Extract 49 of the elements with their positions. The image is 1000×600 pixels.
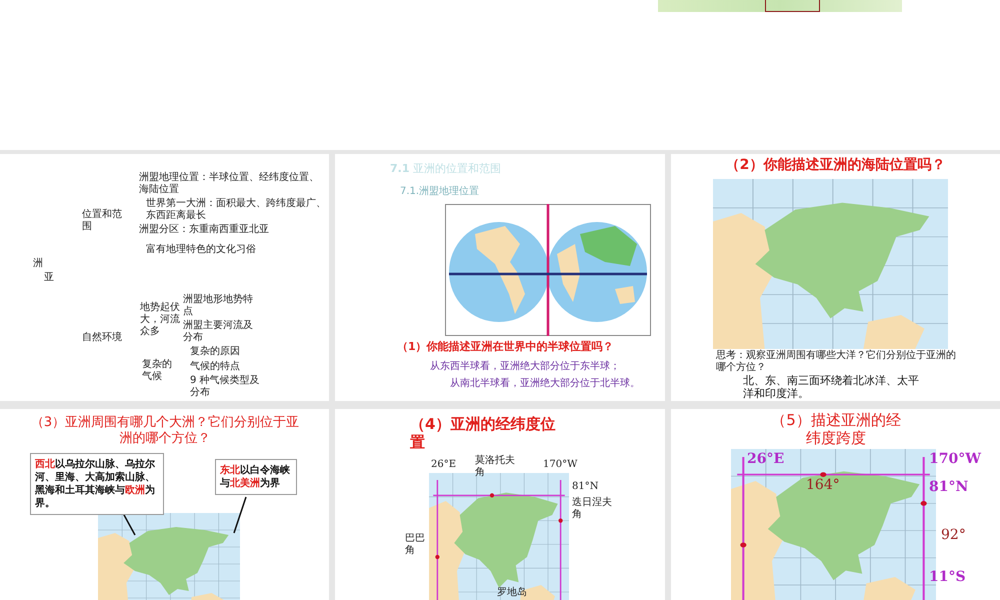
map-label: 莫洛托夫角 <box>475 455 516 479</box>
outline-text: 地势起伏大，河流众多 <box>140 302 181 338</box>
map-label: 迭日涅夫角 <box>572 497 613 521</box>
map-label: 26°E <box>747 451 784 468</box>
slide-title: （4）亚洲的经纬度位置 <box>410 415 556 451</box>
map-label: 170°W <box>543 459 578 471</box>
outline-text: 自然环境 <box>82 332 122 344</box>
outline-text: 洲盟分区：东重南西重亚北亚 <box>139 224 270 236</box>
slide-title: （3）亚洲周围有哪几个大洲？它们分别位于亚洲的哪个方位？ <box>30 415 300 446</box>
slide-title: （5）描述亚洲的经纬度跨度 <box>770 411 902 447</box>
map-label: 罗地岛 <box>497 587 527 599</box>
map-label: 11°S <box>929 569 966 586</box>
outline-text: 洲盟主要河流及分布 <box>183 320 253 344</box>
outline-text: 复杂的气候 <box>142 359 173 383</box>
answer-text: 从东西半球看，亚洲绝大部分位于东半球； <box>430 361 620 373</box>
slide-thumbnail[interactable]: （5）描述亚洲的经纬度跨度 26°E 170°W 164° 81°N 92° 11°S <box>671 409 1000 600</box>
outline-text: 洲 <box>33 258 43 270</box>
slide-thumbnail[interactable]: 7.1 亚洲的位置和范围 7.1.洲盟地理位置 （1）你能描述亚洲在世界中的半球位置吗？ 从东西半球看，亚洲绝大部分位于东半球； 从南北半球看，亚洲绝大部分位于北半球。 <box>335 154 665 401</box>
map-label: 164° <box>806 477 840 494</box>
slide-title: （2）你能描述亚洲的海陆位置吗？ <box>724 157 946 174</box>
map-label: 81°N <box>572 481 598 493</box>
map-label: 巴巴角 <box>405 533 426 557</box>
outline-text: 复杂的原因 <box>190 346 240 358</box>
slide-thumbnail[interactable] <box>658 0 902 12</box>
callout-box: 西北以乌拉尔山脉、乌拉尔河、里海、大高加索山脉、黑海和土耳其海峡与欧洲为界。 <box>30 453 164 515</box>
answer-text: 从南北半球看，亚洲绝大部分位于北半球。 <box>450 378 640 390</box>
callout-box: 东北以白令海峡与北美洲为界 <box>215 459 297 495</box>
outline-text: 9 种气候类型及分布 <box>190 375 260 399</box>
outline-text: 洲盟地形地势特点 <box>183 294 253 318</box>
map-label: 81°N <box>929 479 968 496</box>
outline-text: 气候的特点 <box>190 361 241 373</box>
slide-thumbnail[interactable]: （2）你能描述亚洲的海陆位置吗？ 思考：观察亚洲周围有哪些大洋？它们分别位于亚洲的哪个方位？ 北、东、南三面环绕着北冰洋、太平洋和印度洋。 <box>671 154 1000 401</box>
slide-thumbnail[interactable]: （4）亚洲的经纬度位置 26°E 莫洛托夫角 170°W 81°N 迭日涅夫角 巴巴角 罗地岛 <box>335 409 665 600</box>
question-text: （1）你能描述亚洲在世界中的半球位置吗？ <box>397 340 614 354</box>
map-label: 92° <box>941 527 966 544</box>
map-label: 26°E <box>431 459 456 471</box>
outline-text: 亚 <box>44 272 54 284</box>
outline-text: 洲盟地理位置：半球位置、经纬度位置、海陆位置 <box>139 172 320 196</box>
outline-text: 世界第一大洲：面积最大、跨纬度最广、东西距离最长 <box>146 198 326 222</box>
outline-text: 富有地理特色的文化习俗 <box>146 244 257 256</box>
leader-line <box>233 496 247 534</box>
outline-text: 位置和范围 <box>82 209 123 233</box>
answer-text: 北、东、南三面环绕着北冰洋、太平洋和印度洋。 <box>743 375 920 400</box>
map-label: 170°W <box>929 451 981 468</box>
slide-thumbnail[interactable]: （3）亚洲周围有哪几个大洲？它们分别位于亚洲的哪个方位？ 西北以乌拉尔山脉、乌拉尔河、里海、大高加索山脉、黑海和土耳其海峡与欧洲为界。 东北以白令海峡与北美洲为界 <box>0 409 329 600</box>
slide-title: 7.1 亚洲的位置和范围 <box>390 162 501 176</box>
prompt-text: 思考：观察亚洲周围有哪些大洋？它们分别位于亚洲的哪个方位？ <box>716 350 957 374</box>
frame-outline <box>765 0 820 12</box>
slide-subtitle: 7.1.洲盟地理位置 <box>400 186 480 198</box>
